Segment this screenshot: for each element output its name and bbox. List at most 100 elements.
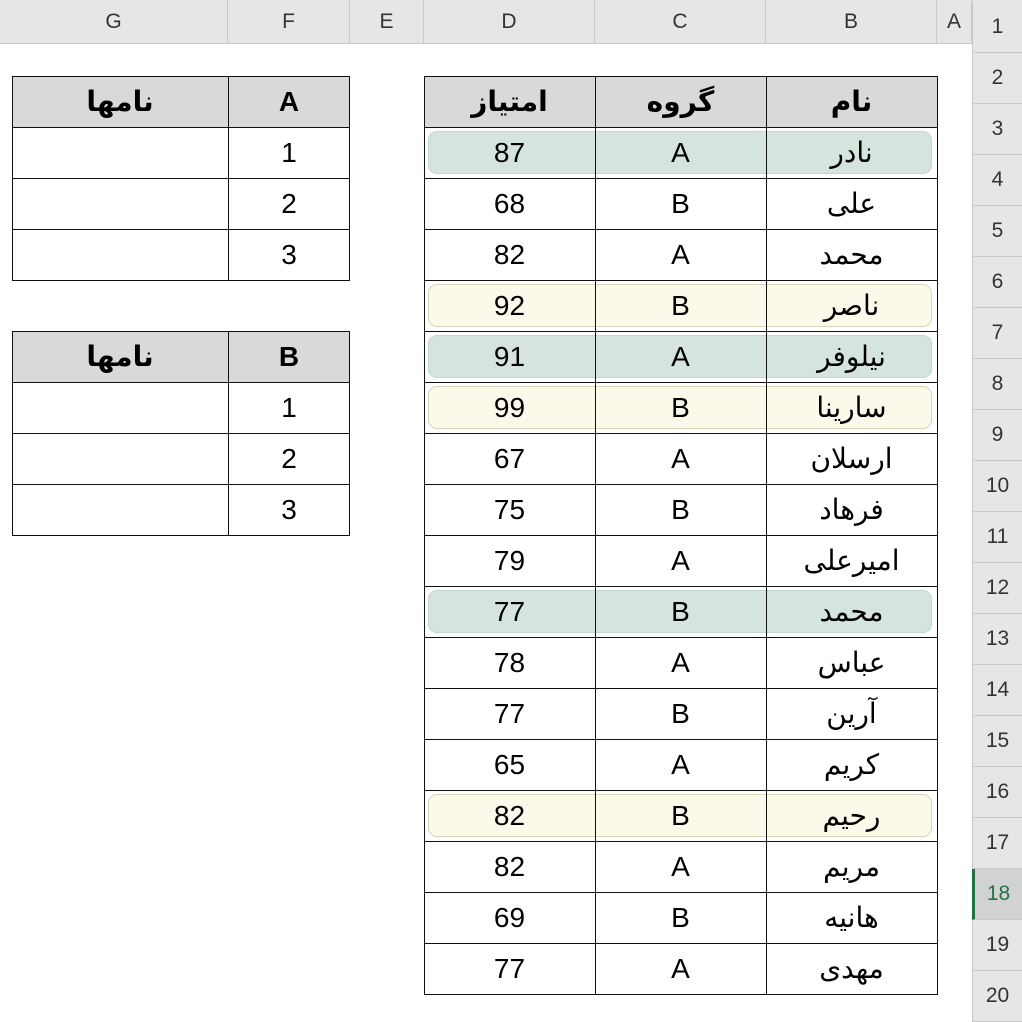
column-header-b[interactable]: B	[766, 0, 937, 44]
table-border	[12, 229, 350, 230]
row-header-4[interactable]: 4	[972, 155, 1022, 206]
name-cell[interactable]: ارسلان	[766, 433, 937, 484]
table-border	[424, 535, 937, 536]
column-header-d[interactable]: D	[424, 0, 595, 44]
score-cell[interactable]: 92	[424, 280, 595, 331]
name-cell[interactable]: آرین	[766, 688, 937, 739]
row-header-12[interactable]: 12	[972, 563, 1022, 614]
rank-cell[interactable]: 3	[228, 229, 350, 280]
row-header-10[interactable]: 10	[972, 461, 1022, 512]
rank-cell[interactable]: 2	[228, 433, 350, 484]
score-cell[interactable]: 79	[424, 535, 595, 586]
group-cell[interactable]: B	[595, 178, 766, 229]
group-cell[interactable]: A	[595, 331, 766, 382]
group-cell[interactable]: B	[595, 484, 766, 535]
row-header-16[interactable]: 16	[972, 767, 1022, 818]
score-cell[interactable]: 77	[424, 943, 595, 994]
name-cell[interactable]: علی	[766, 178, 937, 229]
group-cell[interactable]: A	[595, 229, 766, 280]
name-cell[interactable]: مهدی	[766, 943, 937, 994]
table-border	[424, 841, 937, 842]
score-cell[interactable]: 87	[424, 127, 595, 178]
row-header-19[interactable]: 19	[972, 920, 1022, 971]
score-cell[interactable]: 67	[424, 433, 595, 484]
score-cell[interactable]: 77	[424, 688, 595, 739]
score-cell[interactable]: 78	[424, 637, 595, 688]
row-header-9[interactable]: 9	[972, 410, 1022, 461]
row-header-7[interactable]: 7	[972, 308, 1022, 359]
name-cell[interactable]: نیلوفر	[766, 331, 937, 382]
table-border	[349, 331, 350, 536]
row-header-17[interactable]: 17	[972, 818, 1022, 869]
group-cell[interactable]: A	[595, 637, 766, 688]
score-cell[interactable]: 77	[424, 586, 595, 637]
row-header-14[interactable]: 14	[972, 665, 1022, 716]
row-header-18[interactable]: 18	[972, 869, 1022, 920]
table-border	[228, 331, 229, 536]
name-cell[interactable]: سارینا	[766, 382, 937, 433]
score-cell[interactable]: 75	[424, 484, 595, 535]
name-cell[interactable]: رحیم	[766, 790, 937, 841]
row-header-6[interactable]: 6	[972, 257, 1022, 308]
name-cell[interactable]: عباس	[766, 637, 937, 688]
score-cell[interactable]: 82	[424, 229, 595, 280]
score-cell[interactable]: 82	[424, 790, 595, 841]
score-cell[interactable]: 65	[424, 739, 595, 790]
name-cell[interactable]: فرهاد	[766, 484, 937, 535]
rank-cell[interactable]: 1	[228, 382, 350, 433]
column-header-e[interactable]: E	[350, 0, 424, 44]
row-header-15[interactable]: 15	[972, 716, 1022, 767]
group-cell[interactable]: B	[595, 586, 766, 637]
group-cell[interactable]: A	[595, 535, 766, 586]
table-border	[595, 76, 596, 995]
group-cell[interactable]: B	[595, 382, 766, 433]
name-result-cell[interactable]	[12, 127, 228, 178]
group-cell[interactable]: A	[595, 943, 766, 994]
group-cell[interactable]: B	[595, 790, 766, 841]
table-border	[424, 178, 937, 179]
column-header-f[interactable]: F	[228, 0, 350, 44]
name-cell[interactable]: ناصر	[766, 280, 937, 331]
row-header-2[interactable]: 2	[972, 53, 1022, 104]
name-cell[interactable]: نادر	[766, 127, 937, 178]
column-header-g[interactable]: G	[0, 0, 228, 44]
table-border	[424, 127, 937, 128]
group-cell[interactable]: B	[595, 280, 766, 331]
row-header-8[interactable]: 8	[972, 359, 1022, 410]
row-header-1[interactable]: 1	[972, 2, 1022, 53]
group-cell[interactable]: A	[595, 739, 766, 790]
row-header-3[interactable]: 3	[972, 104, 1022, 155]
group-cell[interactable]: B	[595, 892, 766, 943]
row-header-20[interactable]: 20	[972, 971, 1022, 1022]
table-border	[12, 331, 350, 332]
column-header-a[interactable]: A	[937, 0, 972, 44]
group-cell[interactable]: A	[595, 841, 766, 892]
table-border	[12, 535, 350, 536]
score-cell[interactable]: 82	[424, 841, 595, 892]
rank-cell[interactable]: 3	[228, 484, 350, 535]
name-result-cell[interactable]	[12, 382, 228, 433]
name-result-cell[interactable]	[12, 178, 228, 229]
name-cell[interactable]: مریم	[766, 841, 937, 892]
group-cell[interactable]: B	[595, 688, 766, 739]
score-cell[interactable]: 99	[424, 382, 595, 433]
name-cell[interactable]: محمد	[766, 229, 937, 280]
name-result-cell[interactable]	[12, 484, 228, 535]
row-header-13[interactable]: 13	[972, 614, 1022, 665]
score-cell[interactable]: 91	[424, 331, 595, 382]
column-header-c[interactable]: C	[595, 0, 766, 44]
score-cell[interactable]: 69	[424, 892, 595, 943]
score-cell[interactable]: 68	[424, 178, 595, 229]
group-cell[interactable]: A	[595, 127, 766, 178]
name-cell[interactable]: هانیه	[766, 892, 937, 943]
row-header-11[interactable]: 11	[972, 512, 1022, 563]
name-result-cell[interactable]	[12, 229, 228, 280]
name-cell[interactable]: کریم	[766, 739, 937, 790]
name-cell[interactable]: محمد	[766, 586, 937, 637]
group-cell[interactable]: A	[595, 433, 766, 484]
name-result-cell[interactable]	[12, 433, 228, 484]
row-header-5[interactable]: 5	[972, 206, 1022, 257]
name-cell[interactable]: امیرعلی	[766, 535, 937, 586]
rank-cell[interactable]: 2	[228, 178, 350, 229]
rank-cell[interactable]: 1	[228, 127, 350, 178]
